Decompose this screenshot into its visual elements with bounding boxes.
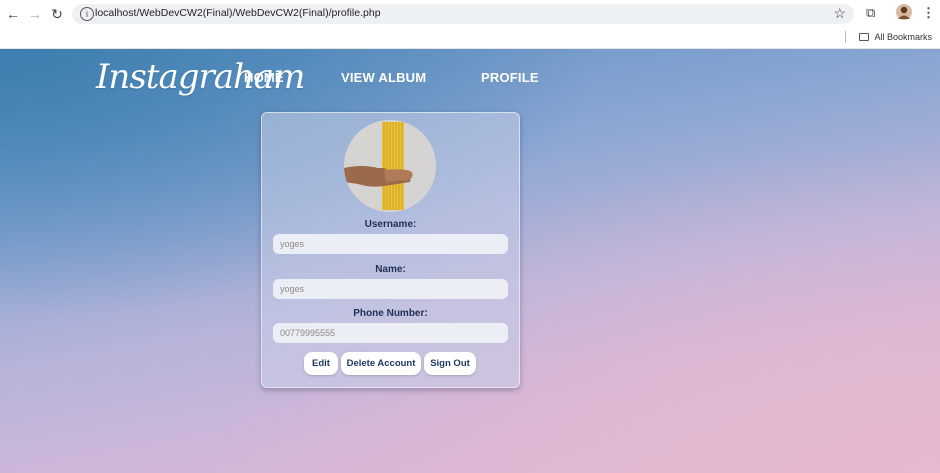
- back-arrow-icon[interactable]: ←: [4, 5, 22, 23]
- profile-avatar: [344, 120, 436, 212]
- browser-chrome: ← → ↻ i localhost/WebDevCW2(Final)/WebDe…: [0, 0, 940, 49]
- extensions-icon[interactable]: ⧉: [866, 5, 875, 21]
- all-bookmarks-label[interactable]: All Bookmarks: [874, 32, 932, 42]
- sign-out-button[interactable]: Sign Out: [424, 352, 476, 375]
- username-field[interactable]: yoges: [273, 234, 508, 254]
- nav-view-album[interactable]: VIEW ALBUM: [341, 70, 426, 85]
- url-text[interactable]: localhost/WebDevCW2(Final)/WebDevCW2(Fin…: [95, 7, 381, 19]
- reload-icon[interactable]: ↻: [48, 5, 66, 23]
- edit-button[interactable]: Edit: [304, 352, 338, 375]
- phone-field[interactable]: 00779995555: [273, 323, 508, 343]
- menu-kebab-icon[interactable]: ⋮: [922, 5, 935, 21]
- name-field[interactable]: yoges: [273, 279, 508, 299]
- address-bar[interactable]: i localhost/WebDevCW2(Final)/WebDevCW2(F…: [72, 4, 854, 24]
- folder-icon[interactable]: [859, 33, 870, 41]
- site-info-icon[interactable]: i: [80, 7, 94, 21]
- page-background: Instagraham HOME VIEW ALBUM PROFILE User…: [0, 49, 940, 473]
- delete-account-button[interactable]: Delete Account: [341, 352, 421, 375]
- profile-avatar-icon[interactable]: [896, 4, 912, 23]
- forward-arrow-icon[interactable]: →: [26, 5, 44, 23]
- bookmarks-bar: All Bookmarks: [845, 30, 932, 44]
- username-label: Username:: [364, 219, 417, 230]
- profile-card: Username: yoges Name: yoges Phone Number…: [261, 112, 520, 388]
- nav-profile[interactable]: PROFILE: [481, 70, 539, 85]
- phone-label: Phone Number:: [353, 308, 428, 319]
- name-label: Name:: [375, 264, 406, 275]
- nav-home[interactable]: HOME: [244, 70, 284, 85]
- bookmark-star-icon[interactable]: ☆: [833, 5, 846, 22]
- bookmarks-divider: [845, 31, 847, 43]
